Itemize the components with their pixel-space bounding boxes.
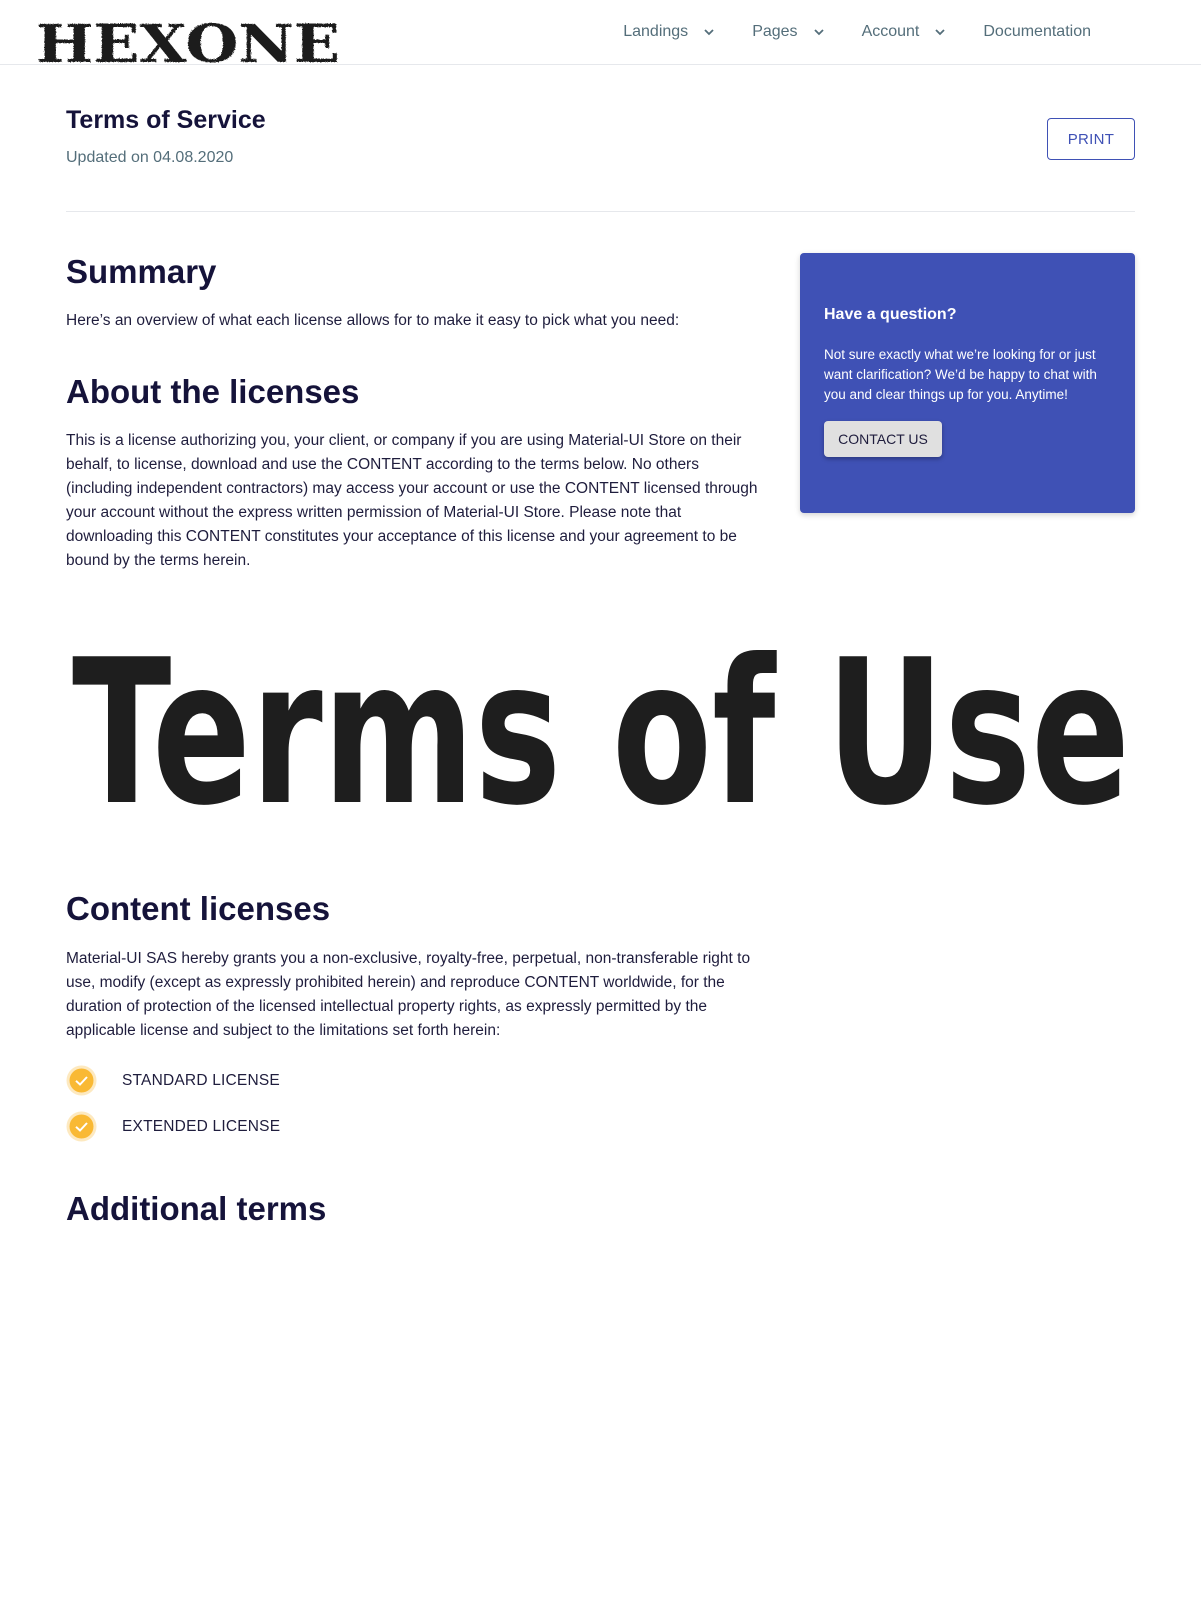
summary-heading: Summary xyxy=(66,253,217,290)
page-title: Terms of Service xyxy=(66,106,266,134)
print-button[interactable]: PRINT xyxy=(1047,118,1135,160)
content-licenses-text: Material-UI SAS hereby grants you a non-… xyxy=(66,950,751,1039)
nav-documentation-label: Documentation xyxy=(983,23,1091,40)
top-navigation-bar: HEXONE Landings Pages Account Documentat… xyxy=(0,0,1201,68)
chevron-down-icon xyxy=(704,29,714,36)
logo-text: HEXONE xyxy=(36,14,340,68)
updated-date: Updated on 04.08.2020 xyxy=(66,149,234,166)
nav-account-label: Account xyxy=(861,23,920,40)
check-circle-icon xyxy=(66,1111,97,1142)
chevron-down-icon xyxy=(935,29,946,36)
banner-text: Terms of Use xyxy=(72,630,1130,820)
main-nav: Landings Pages Account Documentation xyxy=(587,0,1091,64)
nav-pages[interactable]: Pages xyxy=(752,23,825,41)
license-label: EXTENDED LICENSE xyxy=(122,1117,281,1135)
nav-account[interactable]: Account xyxy=(862,23,948,41)
about-licenses-heading: About the licenses xyxy=(66,373,360,410)
license-item-extended: EXTENDED LICENSE xyxy=(66,1111,280,1142)
chevron-down-icon xyxy=(813,29,824,36)
nav-documentation[interactable]: Documentation xyxy=(983,23,1091,41)
license-item-standard: STANDARD LICENSE xyxy=(66,1065,280,1096)
nav-landings[interactable]: Landings xyxy=(623,23,716,41)
hexone-logo[interactable]: HEXONE xyxy=(36,14,346,68)
about-licenses-text: This is a license authorizing you, your … xyxy=(66,432,758,569)
question-card: Have a question? Not sure exactly what w… xyxy=(800,253,1135,513)
contact-us-button[interactable]: CONTACT US xyxy=(824,421,942,457)
summary-text: Here’s an overview of what each license … xyxy=(66,312,680,329)
additional-terms-heading: Additional terms xyxy=(66,1190,327,1227)
terms-of-use-banner: Terms of Use xyxy=(72,630,1130,820)
nav-pages-label: Pages xyxy=(752,23,798,40)
nav-landings-label: Landings xyxy=(623,23,689,40)
license-label: STANDARD LICENSE xyxy=(122,1071,280,1089)
check-circle-icon xyxy=(66,1065,97,1096)
content-licenses-heading: Content licenses xyxy=(66,890,331,927)
question-card-title: Have a question? xyxy=(824,306,957,323)
header-divider xyxy=(66,211,1135,212)
question-card-text: Not sure exactly what we’re looking for … xyxy=(824,347,1097,402)
